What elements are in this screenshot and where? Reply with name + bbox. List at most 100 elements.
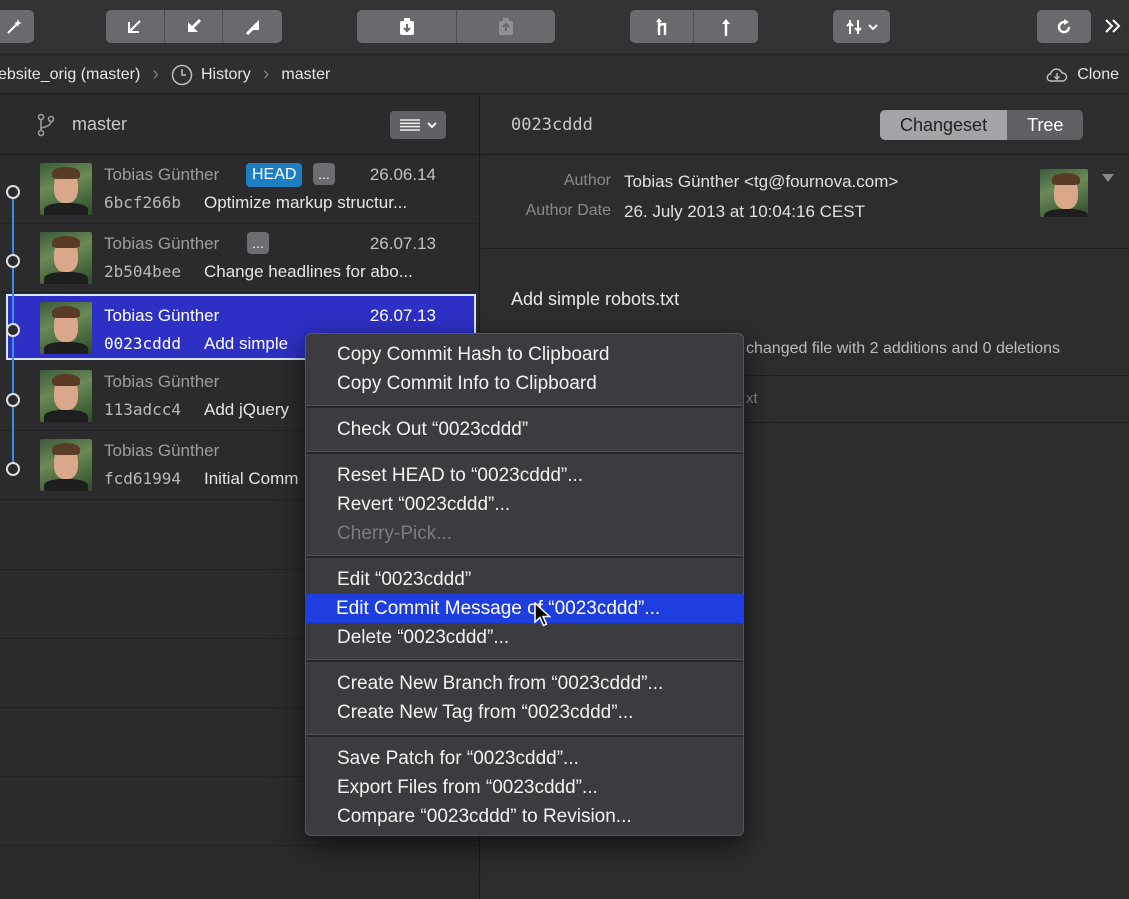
commit-graph-node — [6, 323, 20, 337]
double-chevron-right-icon — [1105, 19, 1121, 33]
commit-graph-node — [6, 254, 20, 268]
branch-icon — [655, 17, 666, 35]
branch-button[interactable] — [630, 10, 694, 43]
menu-item-cherry-pick: Cherry-Pick... — [337, 522, 453, 544]
menu-item-compare[interactable]: Compare “0023cddd” to Revision... — [306, 802, 743, 831]
commit-date: 26.07.13 — [369, 306, 436, 325]
divider — [481, 248, 1129, 249]
menu-separator — [306, 734, 743, 737]
author-label: Author — [563, 172, 611, 189]
menu-item-new-branch[interactable]: Create New Branch from “0023cddd”... — [306, 669, 743, 698]
breadcrumb-history[interactable]: History — [201, 66, 251, 84]
avatar — [40, 163, 92, 215]
breadcrumb-branch[interactable]: master — [281, 66, 330, 84]
commit-graph-node — [6, 462, 20, 476]
fetch-button[interactable] — [106, 10, 165, 43]
commit-id: 0023cddd — [511, 114, 593, 135]
chevron-right-icon: › — [152, 63, 159, 85]
commit-context-menu: Copy Commit Hash to Clipboard Copy Commi… — [305, 333, 744, 836]
more-refs-button[interactable]: ... — [313, 163, 335, 185]
commit-row[interactable]: Tobias Günther ... 26.07.13 2b504bee Cha… — [0, 224, 478, 293]
commit-hash: fcd61994 — [104, 469, 182, 488]
refresh-button[interactable] — [1037, 10, 1091, 43]
more-refs-button[interactable]: ... — [247, 232, 269, 254]
menu-item-revert[interactable]: Revert “0023cddd”... — [306, 490, 743, 519]
menu-separator — [306, 659, 743, 662]
menu-item-delete[interactable]: Delete “0023cddd”... — [306, 623, 743, 652]
divider — [0, 845, 478, 846]
commit-author: Tobias Günther — [104, 165, 220, 184]
menu-item-reset-head[interactable]: Reset HEAD to “0023cddd”... — [306, 461, 743, 490]
list-icon — [400, 119, 420, 131]
menu-item-edit-commit-message[interactable]: Edit Commit Message of “0023cddd”... — [305, 594, 744, 623]
merge-button[interactable] — [694, 10, 758, 43]
commit-graph-node — [6, 185, 20, 199]
actions-dropdown-button[interactable] — [833, 10, 890, 43]
stash-button[interactable] — [357, 10, 457, 43]
clone-button[interactable]: Clone — [1045, 66, 1119, 84]
cloud-download-icon — [1046, 68, 1068, 82]
disclosure-triangle-icon[interactable] — [1101, 173, 1115, 183]
pop-stash-button[interactable] — [457, 10, 555, 43]
mouse-pointer-icon — [534, 602, 552, 627]
push-button[interactable] — [223, 10, 282, 43]
commit-message: Change headlines for abo... — [204, 262, 413, 281]
refresh-icon — [1057, 18, 1071, 33]
diff-tool-icon — [845, 19, 862, 34]
push-arrow-icon — [245, 19, 259, 35]
stash-group — [357, 10, 555, 43]
menu-separator — [306, 555, 743, 558]
commit-row[interactable]: Tobias Günther HEAD ... 26.06.14 6bcf266… — [0, 155, 478, 224]
clock-icon — [171, 64, 193, 85]
branch-icon — [37, 113, 55, 136]
commit-author: Tobias Günther — [104, 441, 220, 460]
stash-icon — [399, 17, 414, 35]
pull-button[interactable] — [165, 10, 223, 43]
commit-hash: 113adcc4 — [104, 400, 182, 419]
commit-hash: 0023cddd — [104, 334, 182, 353]
commit-author: Tobias Günther — [104, 234, 220, 253]
menu-item-checkout[interactable]: Check Out “0023cddd” — [306, 415, 743, 444]
menu-item-edit[interactable]: Edit “0023cddd” — [306, 565, 743, 594]
avatar — [40, 232, 92, 284]
author-avatar — [1040, 169, 1088, 217]
menu-item-copy-hash[interactable]: Copy Commit Hash to Clipboard — [306, 340, 743, 369]
magic-wand-icon — [7, 18, 22, 34]
list-view-options-button[interactable] — [390, 111, 446, 139]
avatar — [40, 439, 92, 491]
toolbar-overflow-button[interactable] — [1103, 17, 1123, 40]
commit-hash: 2b504bee — [104, 262, 182, 281]
chevron-down-icon — [867, 23, 878, 30]
author-date-value: 26. July 2013 at 10:04:16 CEST — [624, 202, 865, 221]
fetch-icon — [128, 19, 141, 33]
commit-date: 26.06.14 — [369, 165, 436, 184]
commit-date: 26.07.13 — [369, 234, 436, 253]
menu-item-export-files[interactable]: Export Files from “0023cddd”... — [306, 773, 743, 802]
commit-hash: 6bcf266b — [104, 193, 182, 212]
fetch-pull-push-group — [106, 10, 282, 43]
commit-message: Optimize markup structur... — [204, 193, 408, 212]
branch-group — [630, 10, 758, 43]
head-badge: HEAD — [246, 163, 303, 187]
avatar — [40, 370, 92, 422]
up-arrow-icon — [722, 18, 730, 36]
breadcrumb-repo[interactable]: ebsite_orig (master) — [0, 66, 140, 84]
commit-graph-node — [6, 393, 20, 407]
branch-name: master — [72, 114, 128, 134]
menu-separator — [306, 405, 743, 408]
commit-subject: Add simple robots.txt — [511, 289, 680, 309]
changed-file-name[interactable]: xt — [746, 390, 758, 407]
tab-tree[interactable]: Tree — [1007, 110, 1084, 140]
pull-arrow-icon — [187, 18, 201, 32]
chevron-down-icon — [427, 122, 437, 129]
chevron-right-icon: › — [262, 63, 270, 85]
menu-item-save-patch[interactable]: Save Patch for “0023cddd”... — [306, 744, 743, 773]
menu-item-copy-info[interactable]: Copy Commit Info to Clipboard — [306, 369, 743, 398]
commit-author: Tobias Günther — [104, 372, 220, 391]
menu-separator — [306, 451, 743, 454]
breadcrumb: ebsite_orig (master) › History › master … — [0, 56, 1129, 94]
tab-changeset[interactable]: Changeset — [880, 110, 1008, 140]
magic-wand-button[interactable] — [0, 10, 34, 43]
author-date-label: Author Date — [525, 202, 611, 219]
menu-item-new-tag[interactable]: Create New Tag from “0023cddd”... — [306, 698, 743, 727]
